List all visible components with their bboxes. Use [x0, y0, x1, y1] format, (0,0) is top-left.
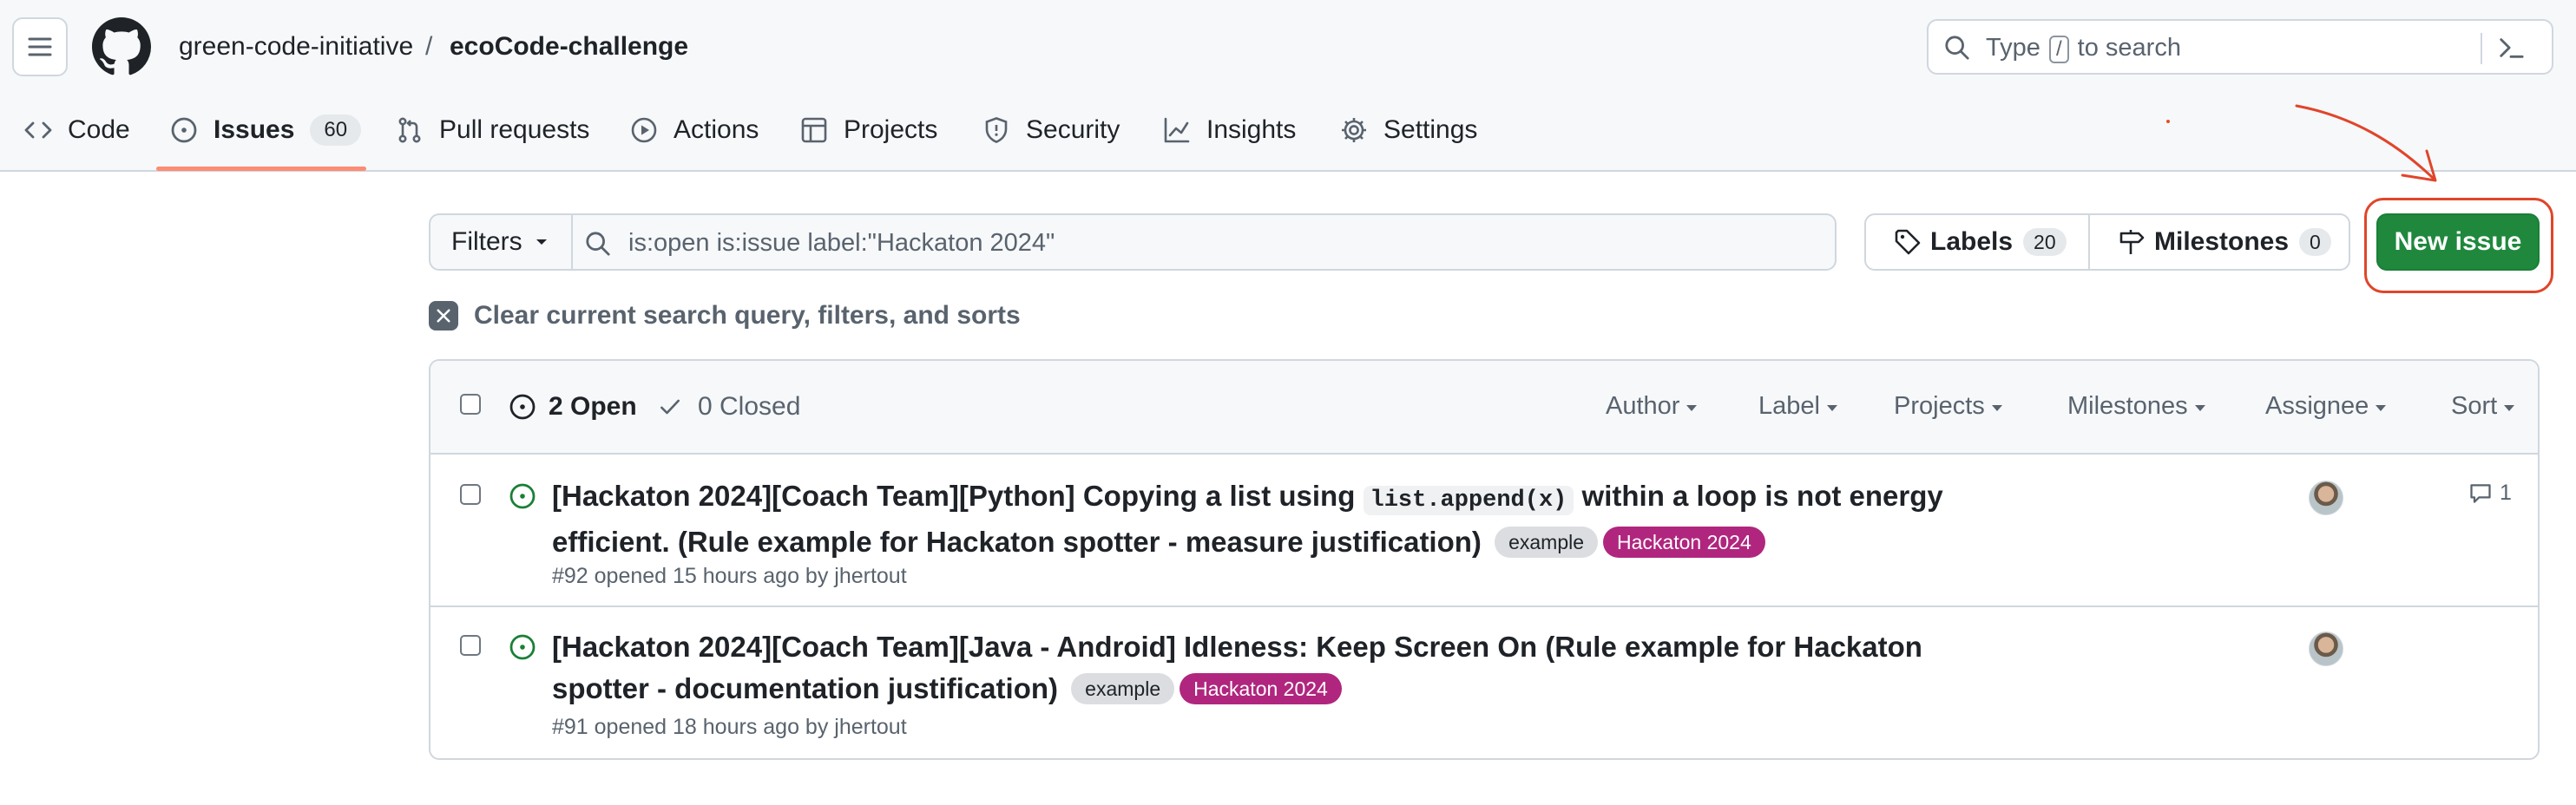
label-hackaton-2024[interactable]: Hackaton 2024: [1180, 673, 1342, 704]
filters-label: Filters: [451, 227, 522, 256]
tab-pull-requests[interactable]: Pull requests: [396, 109, 589, 151]
command-palette-icon[interactable]: [2498, 35, 2524, 61]
issue-opened-icon: [509, 483, 536, 509]
filters-dropdown-button[interactable]: Filters: [429, 213, 571, 271]
comments-count: 1: [2500, 481, 2512, 505]
clear-filters-link[interactable]: Clear current search query, filters, and…: [429, 298, 1021, 333]
closed-count-label: 0 Closed: [698, 392, 801, 421]
issue-row: [Hackaton 2024][Coach Team][Python] Copy…: [430, 456, 2538, 607]
table-icon: [801, 117, 827, 143]
milestones-button[interactable]: Milestones 0: [2088, 213, 2350, 271]
caret-down-icon: [2376, 405, 2387, 411]
closed-issues-toggle[interactable]: 0 Closed: [658, 392, 800, 422]
search-placeholder: Type / to search: [1986, 34, 2181, 63]
hamburger-icon: [28, 37, 52, 56]
annotation-highlight-box: [2364, 198, 2553, 293]
assignee-avatar[interactable]: [2309, 632, 2343, 666]
gear-icon: [1342, 118, 1366, 142]
close-icon: [429, 301, 458, 331]
issues-list: 2 Open 0 Closed Author Label Projects Mi…: [429, 359, 2540, 760]
global-search-input[interactable]: Type / to search: [1927, 19, 2553, 75]
labels-label: Labels: [1930, 227, 2014, 256]
check-icon: [660, 399, 680, 415]
label-example[interactable]: example: [1495, 527, 1599, 558]
milestones-label: Milestones: [2154, 227, 2290, 256]
comment-icon: [2470, 483, 2491, 503]
issues-list-header: 2 Open 0 Closed Author Label Projects Mi…: [430, 361, 2538, 455]
triangle-down-icon: [536, 239, 547, 245]
tab-insights[interactable]: Insights: [1163, 109, 1296, 151]
issue-search-input[interactable]: is:open is:issue label:"Hackaton 2024": [571, 213, 1837, 271]
shield-icon: [985, 117, 1008, 144]
tab-label: Security: [1026, 115, 1120, 144]
search-icon: [1945, 36, 1969, 60]
issue-opened-icon: [509, 394, 536, 420]
breadcrumb-separator: /: [425, 32, 433, 61]
labels-button[interactable]: Labels 20: [1864, 213, 2090, 271]
github-logo-icon[interactable]: [92, 17, 151, 76]
milestones-filter[interactable]: Milestones: [2067, 392, 2205, 421]
tab-label: Issues: [214, 115, 295, 144]
issue-meta: #92 opened 15 hours ago by jhertout: [552, 564, 907, 588]
annotation-dot: [2166, 120, 2170, 123]
tab-label: Insights: [1206, 115, 1297, 144]
tab-label: Actions: [674, 115, 759, 144]
tab-label: Projects: [844, 115, 938, 144]
select-all-checkbox[interactable]: [460, 394, 481, 415]
tab-label: Settings: [1383, 115, 1478, 144]
tab-code[interactable]: Code: [24, 109, 130, 151]
clear-filters-label: Clear current search query, filters, and…: [474, 301, 1021, 330]
milestones-count: 0: [2299, 228, 2331, 256]
label-hackaton-2024[interactable]: Hackaton 2024: [1603, 527, 1765, 558]
caret-down-icon: [1826, 405, 1837, 411]
open-count-label: 2 Open: [549, 392, 637, 421]
assignee-filter[interactable]: Assignee: [2265, 392, 2387, 421]
issue-opened-icon: [171, 117, 197, 143]
issue-title[interactable]: [Hackaton 2024][Coach Team][Python] Copy…: [552, 475, 1993, 563]
caret-down-icon: [2194, 405, 2205, 411]
projects-filter[interactable]: Projects: [1894, 392, 2002, 421]
tab-settings[interactable]: Settings: [1340, 109, 1477, 151]
breadcrumb-owner[interactable]: green-code-initiative: [179, 29, 413, 64]
assignee-avatar[interactable]: [2309, 481, 2343, 515]
play-icon: [631, 117, 657, 143]
annotation-arrow-icon: [2295, 104, 2437, 182]
issue-opened-icon: [509, 634, 536, 660]
tab-actions[interactable]: Actions: [630, 109, 759, 151]
menu-button[interactable]: [12, 17, 68, 76]
search-shortcut-key: /: [2048, 36, 2069, 63]
tab-label: Code: [68, 115, 130, 144]
tag-icon: [1895, 229, 1921, 255]
open-issues-toggle[interactable]: 2 Open: [509, 392, 637, 422]
tab-label: Pull requests: [439, 115, 590, 144]
issue-checkbox[interactable]: [460, 484, 481, 505]
label-example[interactable]: example: [1071, 673, 1175, 704]
inline-code: list.append(x): [1363, 486, 1574, 515]
issues-count-badge: 60: [310, 115, 362, 146]
issue-meta: #91 opened 18 hours ago by jhertout: [552, 715, 907, 739]
label-filter[interactable]: Label: [1758, 392, 1837, 421]
active-tab-underline: [156, 167, 366, 171]
tab-issues[interactable]: Issues 60: [170, 109, 362, 151]
search-icon: [586, 232, 610, 256]
caret-down-icon: [2504, 405, 2515, 411]
tab-security[interactable]: Security: [982, 109, 1120, 151]
comments-link[interactable]: 1: [2468, 481, 2512, 506]
issue-checkbox[interactable]: [460, 635, 481, 656]
search-query: is:open is:issue label:"Hackaton 2024": [628, 229, 1055, 257]
graph-icon: [1164, 117, 1190, 143]
sort-filter[interactable]: Sort: [2451, 392, 2515, 421]
author-filter[interactable]: Author: [1606, 392, 1698, 421]
tab-projects[interactable]: Projects: [800, 109, 937, 151]
caret-down-icon: [1991, 405, 2002, 411]
breadcrumb-repo[interactable]: ecoCode-challenge: [450, 29, 688, 64]
search-divider: [2481, 33, 2482, 64]
code-icon: [24, 121, 52, 139]
issue-row: [Hackaton 2024][Coach Team][Java - Andro…: [430, 607, 2538, 758]
git-pull-request-icon: [398, 117, 421, 143]
caret-down-icon: [1686, 405, 1698, 411]
milestone-icon: [2119, 230, 2145, 254]
issue-title[interactable]: [Hackaton 2024][Coach Team][Java - Andro…: [552, 626, 1993, 710]
labels-count: 20: [2023, 228, 2067, 256]
